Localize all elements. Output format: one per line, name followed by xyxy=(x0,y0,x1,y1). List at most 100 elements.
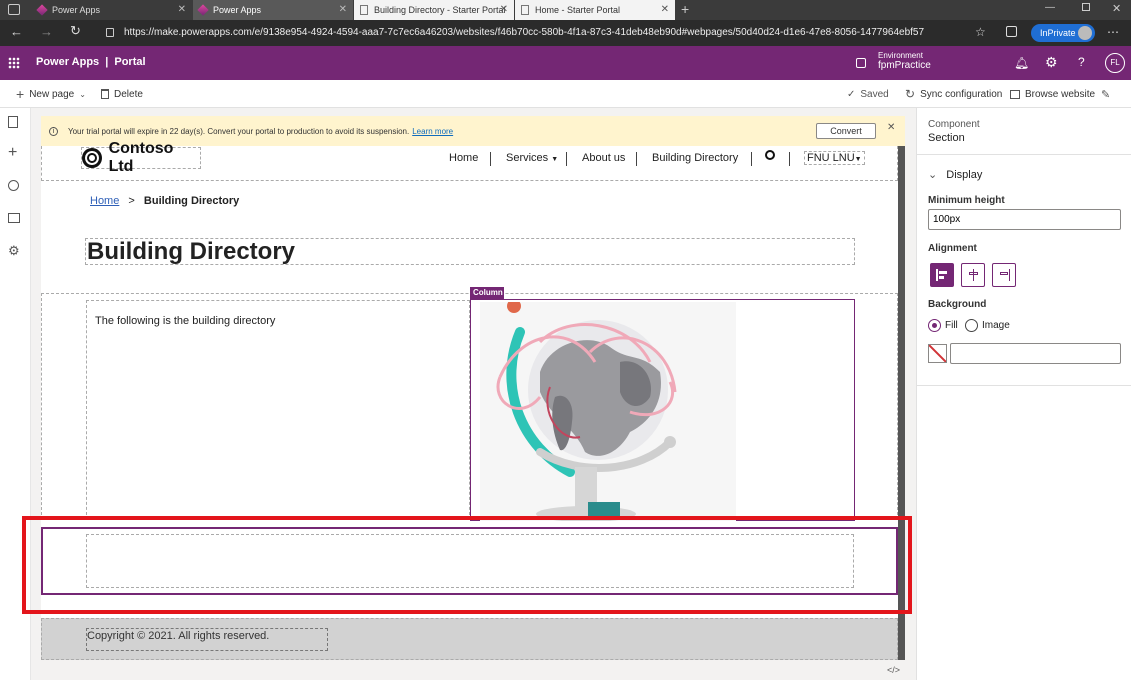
refresh-icon[interactable]: ↻ xyxy=(70,23,81,39)
app-section: Portal xyxy=(114,56,146,68)
radio-selected-icon xyxy=(928,319,941,332)
lock-icon xyxy=(106,28,114,37)
add-component-icon[interactable]: + xyxy=(8,145,22,161)
align-center-icon xyxy=(973,269,974,281)
learn-more-link[interactable]: Learn more xyxy=(412,127,453,136)
browser-tab-bar: Power Apps ✕ Power Apps ✕ Building Direc… xyxy=(0,0,1131,20)
site-footer-section[interactable]: Copyright © 2021. All rights reserved. xyxy=(41,618,898,660)
restore-icon[interactable] xyxy=(1082,3,1090,11)
environment-icon[interactable] xyxy=(856,58,866,68)
background-label: Background xyxy=(928,299,987,310)
breadcrumb: Home > Building Directory xyxy=(90,195,239,207)
close-tab-icon[interactable]: ✕ xyxy=(339,4,347,15)
tab-label: Building Directory - Starter Portal xyxy=(374,5,506,15)
trash-icon xyxy=(101,89,109,99)
saved-status: ✓ Saved xyxy=(847,80,889,108)
new-page-label: New page xyxy=(29,88,75,100)
delete-button[interactable]: Delete xyxy=(101,80,143,108)
command-bar: + New page ⌄ Delete ✓ Saved ↻ Sync confi… xyxy=(0,80,1131,108)
minimize-icon[interactable]: — xyxy=(1045,2,1055,13)
more-options-icon[interactable]: ⋯ xyxy=(1107,25,1119,39)
code-editor-icon[interactable]: </> xyxy=(887,665,900,675)
info-icon: i xyxy=(49,126,58,136)
display-heading: Display xyxy=(946,169,983,181)
close-window-icon[interactable]: ✕ xyxy=(1112,2,1121,15)
feedback-icon[interactable]: ✎ xyxy=(1101,80,1110,108)
caret-down-icon: ▼ xyxy=(854,156,862,163)
nav-home[interactable]: Home xyxy=(449,152,478,164)
align-left-icon xyxy=(936,269,938,281)
collections-icon[interactable] xyxy=(1006,26,1017,37)
app-header: Power Apps | Portal Environment fpmPract… xyxy=(0,46,1131,80)
align-left-icon xyxy=(939,276,944,279)
back-icon[interactable]: ← xyxy=(10,24,23,39)
environment-picker[interactable]: Environment fpmPractice xyxy=(878,51,931,71)
page-title-box[interactable]: Building Directory xyxy=(85,238,855,265)
display-section-toggle[interactable]: ⌄ Display xyxy=(928,168,982,181)
window-menu-icon[interactable] xyxy=(8,4,20,15)
chevron-down-icon: ⌄ xyxy=(79,89,86,99)
convert-button[interactable]: Convert xyxy=(816,123,876,139)
align-left-button[interactable] xyxy=(930,263,954,287)
globe-image xyxy=(480,302,736,521)
color-hex-input[interactable] xyxy=(950,343,1121,364)
help-icon[interactable]: ? xyxy=(1078,55,1085,69)
breadcrumb-separator: > xyxy=(128,195,135,207)
user-menu[interactable]: FNU LNU▼ xyxy=(804,151,865,165)
nav-divider xyxy=(789,152,790,166)
component-label: Component xyxy=(928,119,980,130)
nav-services-label: Services xyxy=(506,152,549,164)
color-swatch[interactable] xyxy=(928,344,947,363)
search-icon[interactable] xyxy=(765,150,775,160)
panel-divider xyxy=(917,385,1131,386)
nav-services[interactable]: Services ▼ xyxy=(506,152,558,164)
fill-radio[interactable]: Fill xyxy=(928,319,958,332)
pages-icon[interactable] xyxy=(8,116,18,128)
nav-about-us[interactable]: About us xyxy=(582,152,625,164)
environment-name: fpmPractice xyxy=(878,60,931,71)
align-right-icon xyxy=(1000,272,1008,275)
templates-icon[interactable] xyxy=(8,213,20,223)
align-right-button[interactable] xyxy=(992,263,1016,287)
close-tab-icon[interactable]: ✕ xyxy=(500,4,508,15)
gear-icon[interactable]: ⚙ xyxy=(1045,54,1058,71)
forward-icon[interactable]: → xyxy=(40,24,53,39)
browser-tab-building-directory[interactable]: Building Directory - Starter Portal ✕ xyxy=(354,0,514,20)
settings-gear-icon[interactable]: ⚙ xyxy=(8,244,22,258)
user-menu-label: FNU LNU xyxy=(807,152,855,164)
browser-tab-powerapps-2[interactable]: Power Apps ✕ xyxy=(193,0,353,20)
favorites-icon[interactable]: ☆ xyxy=(975,25,986,39)
theme-icon[interactable] xyxy=(8,180,19,191)
footer-text-box[interactable]: Copyright © 2021. All rights reserved. xyxy=(86,628,328,651)
powerapps-logo-icon xyxy=(197,4,209,16)
sync-configuration-button[interactable]: ↻ Sync configuration xyxy=(905,80,1002,108)
app-launcher-icon[interactable] xyxy=(8,57,20,69)
new-page-button[interactable]: + New page ⌄ xyxy=(16,80,86,108)
close-tab-icon[interactable]: ✕ xyxy=(178,4,186,15)
image-radio[interactable]: Image xyxy=(965,319,1010,332)
close-tab-icon[interactable]: ✕ xyxy=(661,4,669,15)
brand-logo[interactable]: Contoso Ltd xyxy=(81,140,201,175)
url-field[interactable]: https://make.powerapps.com/e/9138e954-49… xyxy=(100,24,970,42)
min-height-input[interactable] xyxy=(928,209,1121,230)
new-tab-icon[interactable]: + xyxy=(681,1,689,17)
browser-tab-powerapps-1[interactable]: Power Apps ✕ xyxy=(32,0,192,20)
browse-label: Browse website xyxy=(1025,88,1096,100)
inprivate-badge[interactable]: InPrivate xyxy=(1031,24,1095,42)
browser-tab-home[interactable]: Home - Starter Portal ✕ xyxy=(515,0,675,20)
component-value: Section xyxy=(928,132,965,144)
breadcrumb-home-link[interactable]: Home xyxy=(90,195,119,207)
caret-down-icon: ▼ xyxy=(551,156,559,163)
tab-label: Home - Starter Portal xyxy=(535,5,621,15)
app-name: Power Apps xyxy=(36,56,100,68)
close-banner-icon[interactable]: ✕ xyxy=(887,122,895,133)
browse-website-button[interactable]: Browse website xyxy=(1010,80,1095,108)
saved-label: Saved xyxy=(860,88,889,100)
image-column[interactable] xyxy=(470,299,855,521)
user-avatar[interactable]: FL xyxy=(1105,53,1125,73)
text-column[interactable]: The following is the building directory xyxy=(86,300,470,520)
align-center-button[interactable] xyxy=(961,263,985,287)
notification-bell-icon[interactable]: 🔔︎ xyxy=(1014,56,1029,70)
page-icon xyxy=(521,5,529,15)
nav-building-directory[interactable]: Building Directory xyxy=(652,152,738,164)
